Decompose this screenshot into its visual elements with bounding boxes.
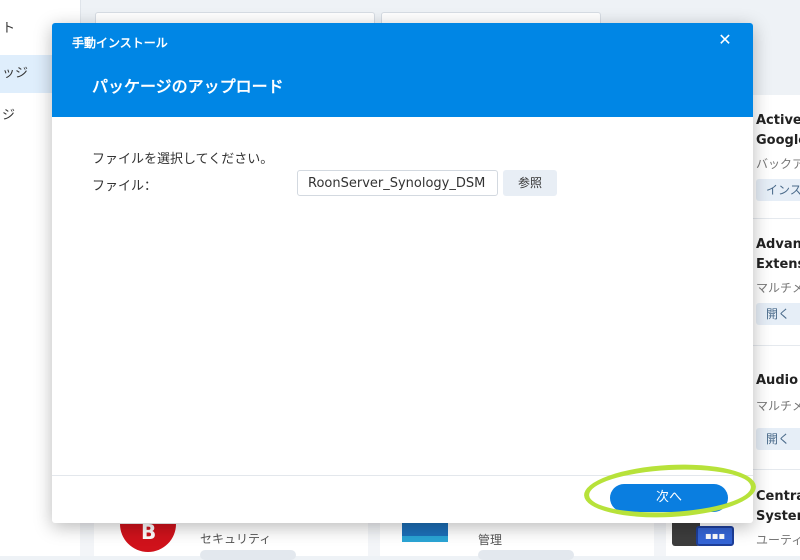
package-title: Google [756,133,800,148]
nav-item-label: ト [2,21,16,36]
package-title: Active [756,113,800,128]
package-title: Centra [756,489,800,504]
package-action-button[interactable] [200,550,296,560]
browse-button[interactable]: 参照 [503,170,557,196]
package-category: バックア [756,157,800,171]
footer-divider [52,475,753,476]
next-button[interactable]: 次へ [610,484,728,512]
package-category: ユーティ [756,533,800,547]
package-category: マルチメ [756,281,800,295]
package-action-button[interactable] [478,550,574,560]
nav-item-label: ジ [2,108,16,123]
instruction-text: ファイルを選択してください。 [92,152,274,167]
dialog-heading: パッケージのアップロード [92,77,284,96]
management-package-icon [402,522,448,542]
divider [752,218,800,219]
package-install-button[interactable]: インス [756,179,800,201]
system-package-icon: ▪▪▪ [672,522,736,552]
package-title: System [756,509,800,524]
package-category: セキュリティ [200,532,272,546]
dialog-header: 手動インストール ✕ パッケージのアップロード [52,23,753,117]
divider [752,345,800,346]
dialog-window-title: 手動インストール [72,36,168,50]
package-open-button[interactable]: 開く [756,303,800,325]
package-title: Audio [756,373,799,388]
divider [752,469,800,470]
file-label: ファイル： [92,179,158,194]
package-open-button[interactable]: 開く [756,428,800,450]
package-category: 管理 [478,533,503,547]
close-icon[interactable]: ✕ [716,31,734,49]
nav-item-label: ッジ [2,66,29,81]
package-category: マルチメ [756,399,800,413]
package-list-partial: Active Google バックア インス Advan Extens マルチメ… [752,95,800,556]
manual-install-dialog: 手動インストール ✕ パッケージのアップロード ファイルを選択してください。 フ… [52,23,753,523]
package-title: Advan [756,237,800,252]
package-title: Extens [756,257,800,272]
file-path-input[interactable] [297,170,498,196]
